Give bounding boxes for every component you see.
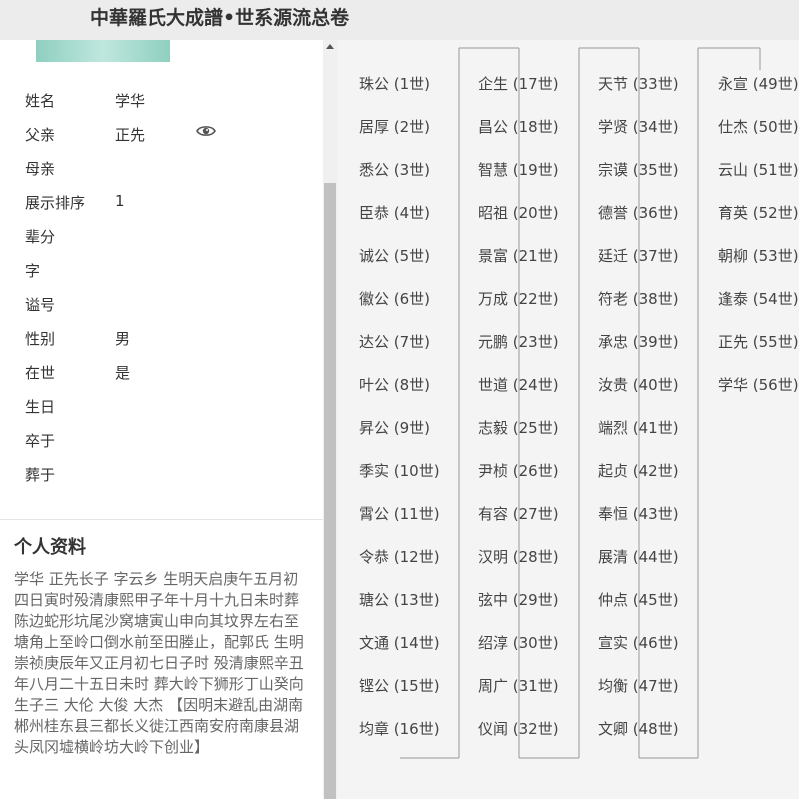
generation-item[interactable]: 尹桢 (26世) bbox=[478, 460, 559, 481]
bio-text: 学华 正先长子 字云乡 生明天启庚午五月初四日寅时殁清康熙甲子年十月十九日未时葬… bbox=[14, 570, 304, 756]
info-label: 姓名 bbox=[25, 92, 56, 110]
generation-item[interactable]: 学华 (56世) bbox=[718, 374, 799, 395]
eye-icon[interactable] bbox=[196, 124, 216, 138]
info-label: 葬于 bbox=[25, 466, 56, 484]
generation-item[interactable]: 昌公 (18世) bbox=[478, 116, 559, 137]
info-value: 1 bbox=[115, 192, 125, 210]
info-value: 是 bbox=[115, 364, 131, 382]
section-divider bbox=[0, 519, 323, 520]
generation-item[interactable]: 智慧 (19世) bbox=[478, 159, 559, 180]
generation-item[interactable]: 承忠 (39世) bbox=[598, 331, 679, 352]
info-label: 展示排序 bbox=[25, 194, 86, 212]
generation-item[interactable]: 逢泰 (54世) bbox=[718, 288, 799, 309]
info-label: 生日 bbox=[25, 398, 56, 416]
generation-item[interactable]: 朝柳 (53世) bbox=[718, 245, 799, 266]
generation-item[interactable]: 有容 (27世) bbox=[478, 503, 559, 524]
avatar bbox=[36, 40, 170, 62]
generation-item[interactable]: 均章 (16世) bbox=[359, 718, 440, 739]
info-value: 学华 bbox=[115, 92, 146, 110]
generation-item[interactable]: 奉恒 (43世) bbox=[598, 503, 679, 524]
info-label: 字 bbox=[25, 262, 41, 280]
generation-item[interactable]: 昇公 (9世) bbox=[359, 417, 430, 438]
generation-item[interactable]: 文通 (14世) bbox=[359, 632, 440, 653]
generation-item[interactable]: 昭祖 (20世) bbox=[478, 202, 559, 223]
generation-item[interactable]: 绍淳 (30世) bbox=[478, 632, 559, 653]
scroll-up-arrow-icon[interactable] bbox=[326, 44, 334, 49]
generation-item[interactable]: 景富 (21世) bbox=[478, 245, 559, 266]
generation-item[interactable]: 文卿 (48世) bbox=[598, 718, 679, 739]
generation-item[interactable]: 世道 (24世) bbox=[478, 374, 559, 395]
generation-item[interactable]: 志毅 (25世) bbox=[478, 417, 559, 438]
generation-item[interactable]: 季实 (10世) bbox=[359, 460, 440, 481]
generation-item[interactable]: 万成 (22世) bbox=[478, 288, 559, 309]
generation-item[interactable]: 仕杰 (50世) bbox=[718, 116, 799, 137]
generation-item[interactable]: 元鹏 (23世) bbox=[478, 331, 559, 352]
generation-item[interactable]: 瑭公 (13世) bbox=[359, 589, 440, 610]
generation-item[interactable]: 廷迁 (37世) bbox=[598, 245, 679, 266]
generation-item[interactable]: 宗谟 (35世) bbox=[598, 159, 679, 180]
generation-item[interactable]: 宣实 (46世) bbox=[598, 632, 679, 653]
generation-item[interactable]: 企生 (17世) bbox=[478, 73, 559, 94]
info-label: 辈分 bbox=[25, 228, 56, 246]
generation-item[interactable]: 仲点 (45世) bbox=[598, 589, 679, 610]
generation-item[interactable]: 令恭 (12世) bbox=[359, 546, 440, 567]
generation-item[interactable]: 臣恭 (4世) bbox=[359, 202, 430, 223]
generation-item[interactable]: 霄公 (11世) bbox=[359, 503, 440, 524]
generation-item[interactable]: 叶公 (8世) bbox=[359, 374, 430, 395]
generation-item[interactable]: 周广 (31世) bbox=[478, 675, 559, 696]
generation-item[interactable]: 德誉 (36世) bbox=[598, 202, 679, 223]
generation-item[interactable]: 悉公 (3世) bbox=[359, 159, 430, 180]
generation-item[interactable]: 符老 (38世) bbox=[598, 288, 679, 309]
generation-item[interactable]: 珠公 (1世) bbox=[359, 73, 430, 94]
generation-item[interactable]: 育英 (52世) bbox=[718, 202, 799, 223]
header-bar: 中華羅氏大成譜•世系源流总卷 bbox=[0, 0, 799, 40]
generation-item[interactable]: 均衡 (47世) bbox=[598, 675, 679, 696]
generation-item[interactable]: 诚公 (5世) bbox=[359, 245, 430, 266]
generation-item[interactable]: 正先 (55世) bbox=[718, 331, 799, 352]
generation-item[interactable]: 永宣 (49世) bbox=[718, 73, 799, 94]
generation-item[interactable]: 达公 (7世) bbox=[359, 331, 430, 352]
generation-item[interactable]: 铿公 (15世) bbox=[359, 675, 440, 696]
info-label: 父亲 bbox=[25, 126, 56, 144]
generation-item[interactable]: 起贞 (42世) bbox=[598, 460, 679, 481]
scrollbar-thumb[interactable] bbox=[324, 183, 336, 799]
info-label: 谥号 bbox=[25, 296, 56, 314]
info-label: 在世 bbox=[25, 364, 56, 382]
generation-item[interactable]: 展清 (44世) bbox=[598, 546, 679, 567]
generation-item[interactable]: 居厚 (2世) bbox=[359, 116, 430, 137]
info-value: 男 bbox=[115, 330, 131, 348]
page-title: 中華羅氏大成譜•世系源流总卷 bbox=[90, 7, 350, 29]
bio-title: 个人资料 bbox=[14, 537, 86, 558]
generation-item[interactable]: 徽公 (6世) bbox=[359, 288, 430, 309]
info-label: 性别 bbox=[25, 330, 56, 348]
info-value: 正先 bbox=[115, 126, 146, 144]
generation-item[interactable]: 学贤 (34世) bbox=[598, 116, 679, 137]
generation-item[interactable]: 汉明 (28世) bbox=[478, 546, 559, 567]
generation-item[interactable]: 弦中 (29世) bbox=[478, 589, 559, 610]
info-label: 母亲 bbox=[25, 160, 56, 178]
generation-item[interactable]: 汝贵 (40世) bbox=[598, 374, 679, 395]
generation-item[interactable]: 仪闻 (32世) bbox=[478, 718, 559, 739]
info-label: 卒于 bbox=[25, 432, 56, 450]
generation-item[interactable]: 天节 (33世) bbox=[598, 73, 679, 94]
generation-item[interactable]: 云山 (51世) bbox=[718, 159, 799, 180]
generation-item[interactable]: 端烈 (41世) bbox=[598, 417, 679, 438]
